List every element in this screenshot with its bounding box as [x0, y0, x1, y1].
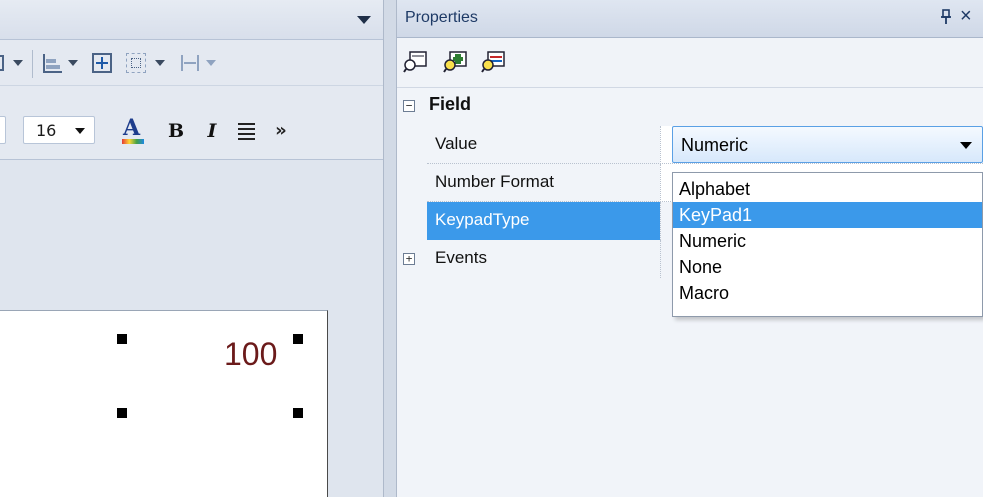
text-align-icon[interactable] — [234, 119, 260, 143]
italic-button[interactable]: I — [200, 119, 224, 143]
font-size-combo[interactable]: 16 — [23, 116, 95, 144]
section-field[interactable]: − Field — [397, 88, 983, 126]
size-to-grid-icon[interactable] — [124, 51, 148, 75]
size-dropdown-icon[interactable] — [155, 60, 165, 66]
cell-divider — [660, 240, 661, 278]
toolbar-overflow-button[interactable]: » — [270, 118, 292, 142]
dropdown-option-keypad1[interactable]: KeyPad1 — [673, 202, 982, 228]
pin-icon[interactable] — [940, 9, 952, 29]
categorized-view-icon[interactable] — [403, 48, 429, 74]
horizontal-spacing-icon[interactable] — [178, 51, 202, 75]
align-bottom-dropdown-icon[interactable] — [68, 60, 78, 66]
keypad-type-options-list: Alphabet KeyPad1 Numeric None Macro — [672, 172, 983, 317]
cell-divider — [660, 126, 661, 164]
property-label: KeypadType — [435, 210, 530, 229]
section-events-label: Events — [435, 248, 487, 267]
cell-divider — [660, 202, 661, 240]
property-pages-icon[interactable] — [481, 48, 507, 74]
dropdown-option-none[interactable]: None — [673, 254, 982, 280]
cell-divider — [660, 164, 661, 202]
design-canvas[interactable]: 100 — [0, 160, 383, 497]
close-icon[interactable]: × — [960, 5, 972, 28]
selection-handle-top-right[interactable] — [293, 334, 303, 344]
properties-panel: Properties × − Field Value Number Format… — [397, 0, 983, 497]
spacing-dropdown-icon[interactable] — [206, 60, 216, 66]
property-label: Value — [435, 134, 478, 153]
align-bottom-icon[interactable] — [40, 51, 64, 75]
keypad-type-dropdown[interactable]: Numeric — [672, 126, 983, 163]
add-property-icon[interactable] — [443, 48, 469, 74]
font-size-dropdown-icon[interactable] — [75, 128, 85, 134]
selection-handle-bottom-right[interactable] — [293, 408, 303, 418]
designer-pane: 16 A B I » 100 — [0, 0, 383, 497]
design-form-surface[interactable]: 100 — [0, 310, 328, 497]
properties-header: Properties × — [397, 0, 983, 38]
properties-title: Properties — [405, 9, 478, 26]
dropdown-option-macro[interactable]: Macro — [673, 280, 982, 306]
dropdown-selected-value: Numeric — [681, 135, 749, 155]
collapse-icon[interactable]: − — [403, 100, 415, 112]
toolbar-separator — [32, 50, 33, 78]
dropdown-option-numeric[interactable]: Numeric — [673, 228, 982, 254]
center-in-form-icon[interactable] — [90, 51, 114, 75]
selection-handle-bottom-left[interactable] — [117, 408, 127, 418]
section-field-label: Field — [429, 94, 472, 114]
expand-icon[interactable]: + — [403, 253, 415, 265]
numeric-field-widget[interactable]: 100 — [224, 336, 277, 373]
designer-header — [0, 0, 383, 40]
layout-toolbar — [0, 40, 383, 86]
chevron-down-icon[interactable] — [960, 142, 972, 149]
bold-button[interactable]: B — [164, 119, 188, 143]
align-left-edge-icon[interactable] — [0, 53, 12, 73]
selection-handle-top-left[interactable] — [117, 334, 127, 344]
align-left-dropdown-icon[interactable] — [13, 60, 23, 66]
pane-splitter[interactable] — [383, 0, 397, 497]
property-label: Number Format — [435, 172, 555, 191]
format-toolbar: 16 A B I » — [0, 86, 383, 160]
header-dropdown-arrow-icon[interactable] — [357, 16, 371, 24]
font-size-value: 16 — [36, 121, 57, 140]
properties-toolbar — [397, 38, 983, 88]
font-name-combo-edge[interactable] — [0, 116, 6, 144]
font-color-icon[interactable]: A — [118, 115, 148, 146]
dropdown-option-alphabet[interactable]: Alphabet — [673, 176, 982, 202]
